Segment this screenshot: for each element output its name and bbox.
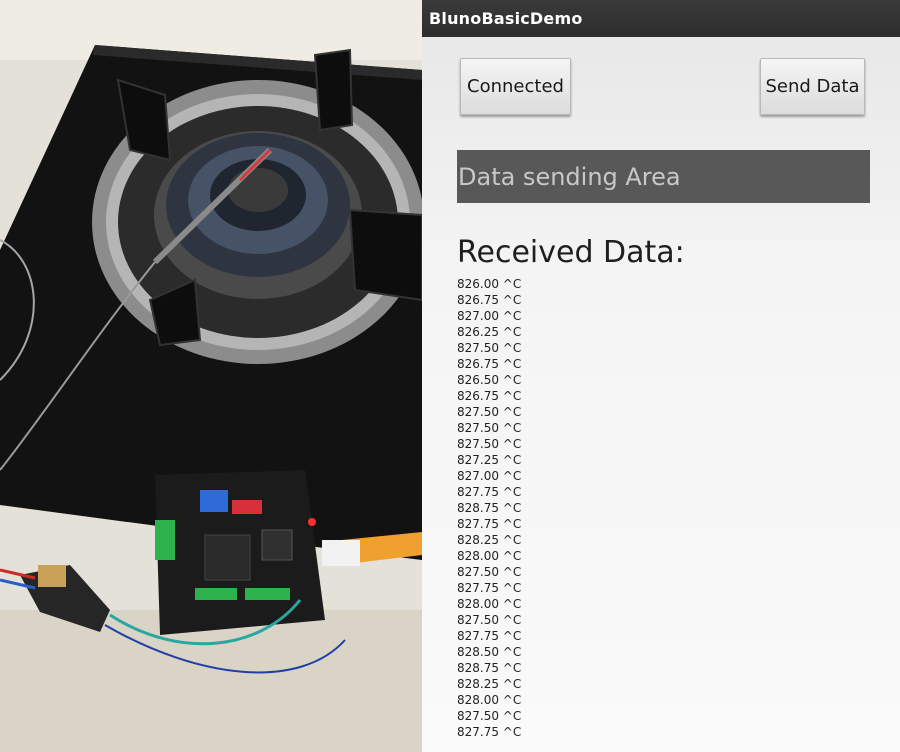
- reading-item: 827.25 ^C: [457, 453, 522, 467]
- reading-item: 827.50 ^C: [457, 341, 522, 355]
- app-title: BlunoBasicDemo: [429, 9, 583, 28]
- reading-item: 827.50 ^C: [457, 709, 522, 723]
- received-data-heading: Received Data:: [457, 235, 685, 270]
- reading-item: 826.00 ^C: [457, 277, 522, 291]
- reading-item: 828.00 ^C: [457, 597, 522, 611]
- reading-item: 828.75 ^C: [457, 501, 522, 515]
- data-sending-input[interactable]: [457, 150, 870, 203]
- reading-item: 827.75 ^C: [457, 629, 522, 643]
- reading-item: 828.25 ^C: [457, 677, 522, 691]
- reading-item: 828.75 ^C: [457, 661, 522, 675]
- reading-item: 827.50 ^C: [457, 437, 522, 451]
- reading-item: 828.00 ^C: [457, 549, 522, 563]
- reading-item: 827.75 ^C: [457, 517, 522, 531]
- reading-item: 827.50 ^C: [457, 565, 522, 579]
- title-bar: BlunoBasicDemo: [422, 0, 900, 37]
- photo-illustration: [0, 0, 422, 752]
- reading-item: 826.25 ^C: [457, 325, 522, 339]
- reading-item: 828.50 ^C: [457, 645, 522, 659]
- app-screen: BlunoBasicDemo Connected Send Data Recei…: [422, 0, 900, 752]
- reading-item: 828.00 ^C: [457, 693, 522, 707]
- send-data-button[interactable]: Send Data: [760, 58, 865, 115]
- reading-item: 828.25 ^C: [457, 533, 522, 547]
- connect-button[interactable]: Connected: [460, 58, 571, 115]
- reading-item: 826.75 ^C: [457, 293, 522, 307]
- reading-item: 826.75 ^C: [457, 357, 522, 371]
- stove-thermocouple-photo: [0, 0, 422, 752]
- reading-item: 827.50 ^C: [457, 421, 522, 435]
- reading-item: 827.75 ^C: [457, 485, 522, 499]
- reading-item: 827.75 ^C: [457, 581, 522, 595]
- reading-item: 827.00 ^C: [457, 309, 522, 323]
- reading-item: 826.75 ^C: [457, 389, 522, 403]
- reading-item: 827.50 ^C: [457, 613, 522, 627]
- reading-item: 827.00 ^C: [457, 469, 522, 483]
- reading-item: 826.50 ^C: [457, 373, 522, 387]
- reading-item: 827.50 ^C: [457, 405, 522, 419]
- received-data-list: 826.00 ^C 826.75 ^C 827.00 ^C 826.25 ^C …: [457, 276, 521, 740]
- reading-item: 827.75 ^C: [457, 725, 522, 739]
